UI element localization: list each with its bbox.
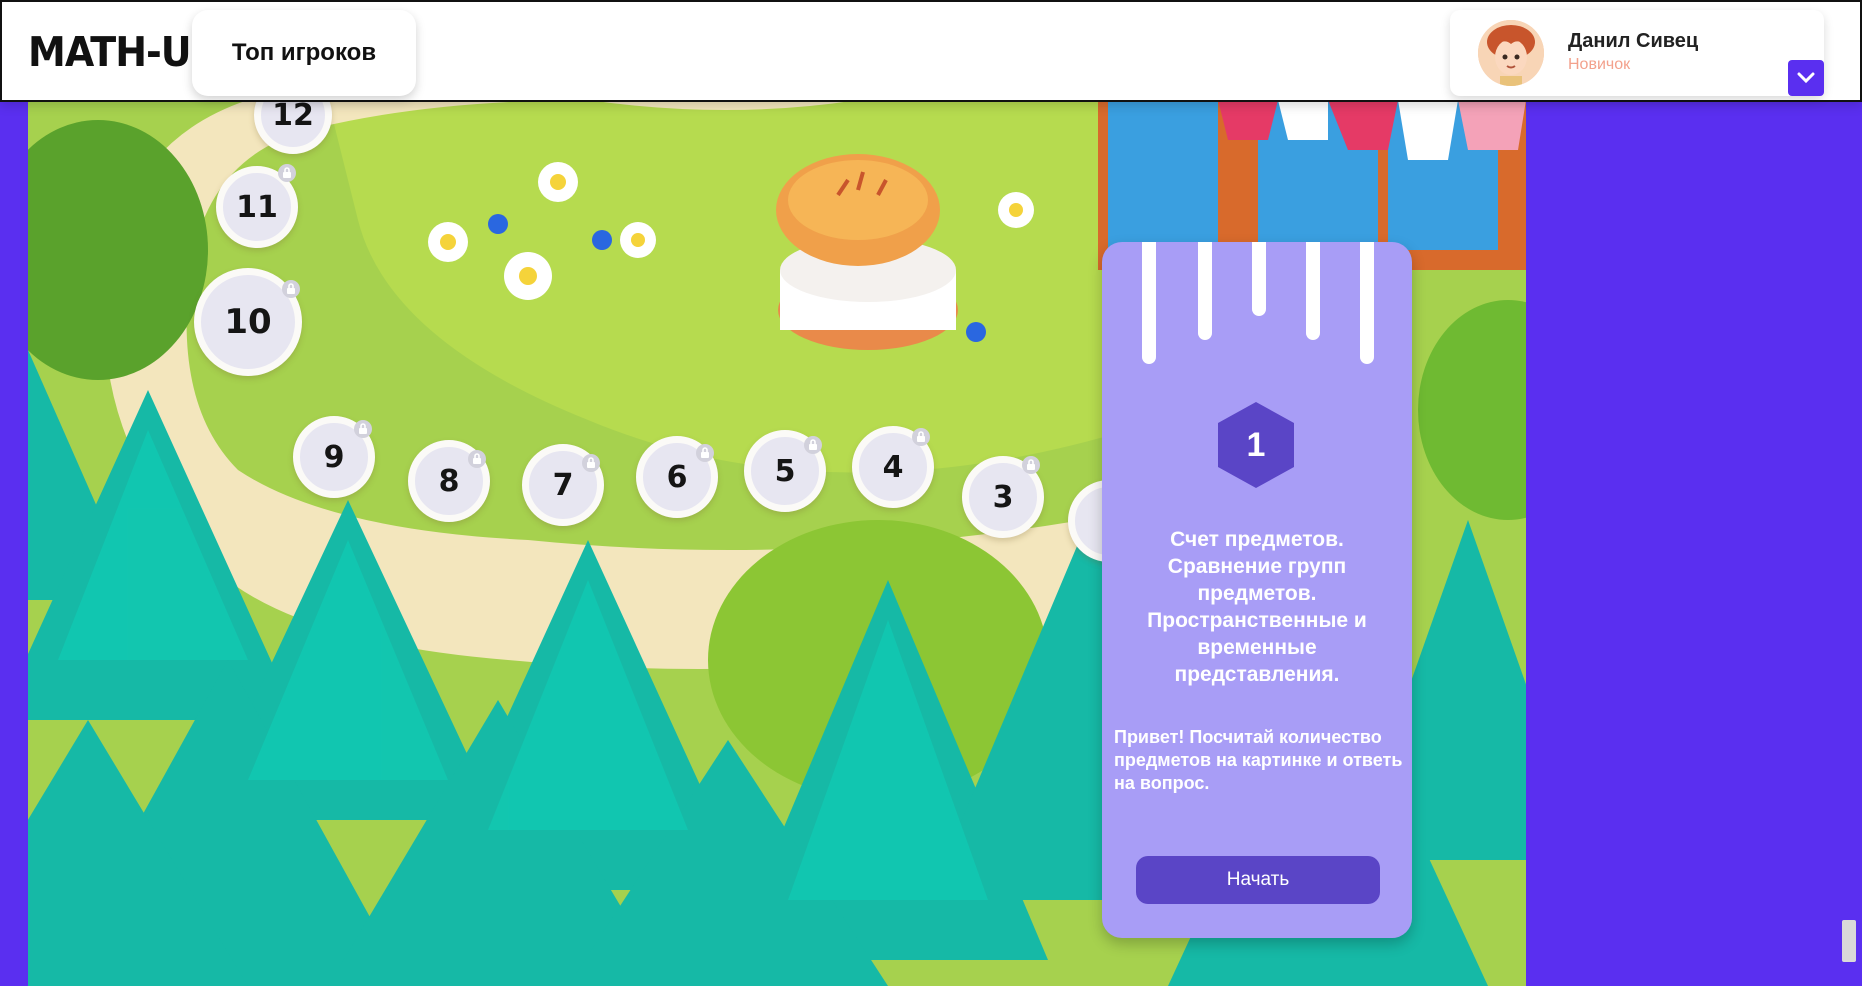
level-number: 7 [552,467,574,503]
level-number: 9 [323,439,345,475]
chevron-down-icon [1797,72,1815,84]
lock-icon [278,164,296,182]
profile-dropdown-button[interactable] [1788,60,1824,96]
level-number: 5 [774,453,796,489]
level-number: 12 [272,100,314,133]
lock-icon [912,428,930,446]
page-scrollbar[interactable] [1840,102,1860,984]
level-number: 8 [438,463,460,499]
lock-icon [282,280,300,298]
level-info-card: 1 Счет предметов. Сравнение групп предме… [1102,242,1412,938]
user-rank: Новичок [1568,56,1631,73]
level-number: 4 [882,449,904,485]
avatar [1478,20,1544,86]
level-number: 11 [236,189,278,225]
scrollbar-thumb[interactable] [1842,920,1856,962]
card-decoration [1306,242,1320,340]
level-title: Счет предметов. Сравнение групп предмето… [1147,528,1367,686]
user-name: Данил Сивец [1568,30,1699,52]
level-number: 6 [666,459,688,495]
lock-icon [696,444,714,462]
lock-icon [354,420,372,438]
card-decoration [1252,242,1266,316]
card-decoration [1198,242,1212,340]
start-button[interactable]: Начать [1136,856,1380,904]
level-number: 10 [224,302,272,342]
card-decoration [1142,242,1156,364]
top-header: MATH-UP Топ игроков Данил Сивец Новичок [0,0,1862,102]
lock-icon [1022,456,1040,474]
lock-icon [804,436,822,454]
level-description: Привет! Посчитай количество предметов на… [1114,727,1403,793]
lock-icon [582,454,600,472]
card-decoration [1360,242,1374,364]
top-players-button[interactable]: Топ игроков [192,10,416,96]
user-profile-card[interactable]: Данил Сивец Новичок [1450,10,1824,96]
level-number-badge: 1 [1218,402,1294,488]
level-number: 1 [1246,425,1266,464]
lock-icon [468,450,486,468]
level-number: 3 [992,479,1014,515]
logo[interactable]: MATH-UP [28,26,218,78]
avatar-image [1478,20,1544,86]
